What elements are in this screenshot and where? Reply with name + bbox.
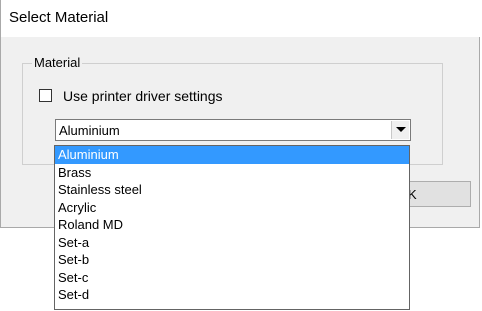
dropdown-item-set-c[interactable]: Set-c [55, 269, 409, 287]
dropdown-item-set-b[interactable]: Set-b [55, 251, 409, 269]
page: Select Material Material Use printer dri… [0, 0, 482, 311]
dropdown-item-aluminium[interactable]: Aluminium [55, 146, 409, 164]
material-combobox[interactable]: Aluminium [55, 119, 411, 141]
combobox-dropdown-button[interactable] [391, 121, 409, 139]
use-printer-driver-settings-checkbox[interactable] [39, 89, 52, 102]
dropdown-item-acrylic[interactable]: Acrylic [55, 199, 409, 217]
dialog-titlebar[interactable]: Select Material [1, 0, 481, 37]
material-group-label: Material [32, 55, 83, 70]
dropdown-item-roland-md[interactable]: Roland MD [55, 216, 409, 234]
material-dropdown-list[interactable]: Aluminium Brass Stainless steel Acrylic … [54, 145, 410, 310]
material-combobox-value: Aluminium [59, 123, 120, 138]
dropdown-item-brass[interactable]: Brass [55, 164, 409, 182]
dialog-title: Select Material [9, 9, 109, 26]
use-printer-driver-settings-label[interactable]: Use printer driver settings [63, 88, 223, 104]
dropdown-item-set-a[interactable]: Set-a [55, 234, 409, 252]
dropdown-item-set-d[interactable]: Set-d [55, 286, 409, 304]
chevron-down-icon [396, 127, 406, 132]
dropdown-item-stainless-steel[interactable]: Stainless steel [55, 181, 409, 199]
